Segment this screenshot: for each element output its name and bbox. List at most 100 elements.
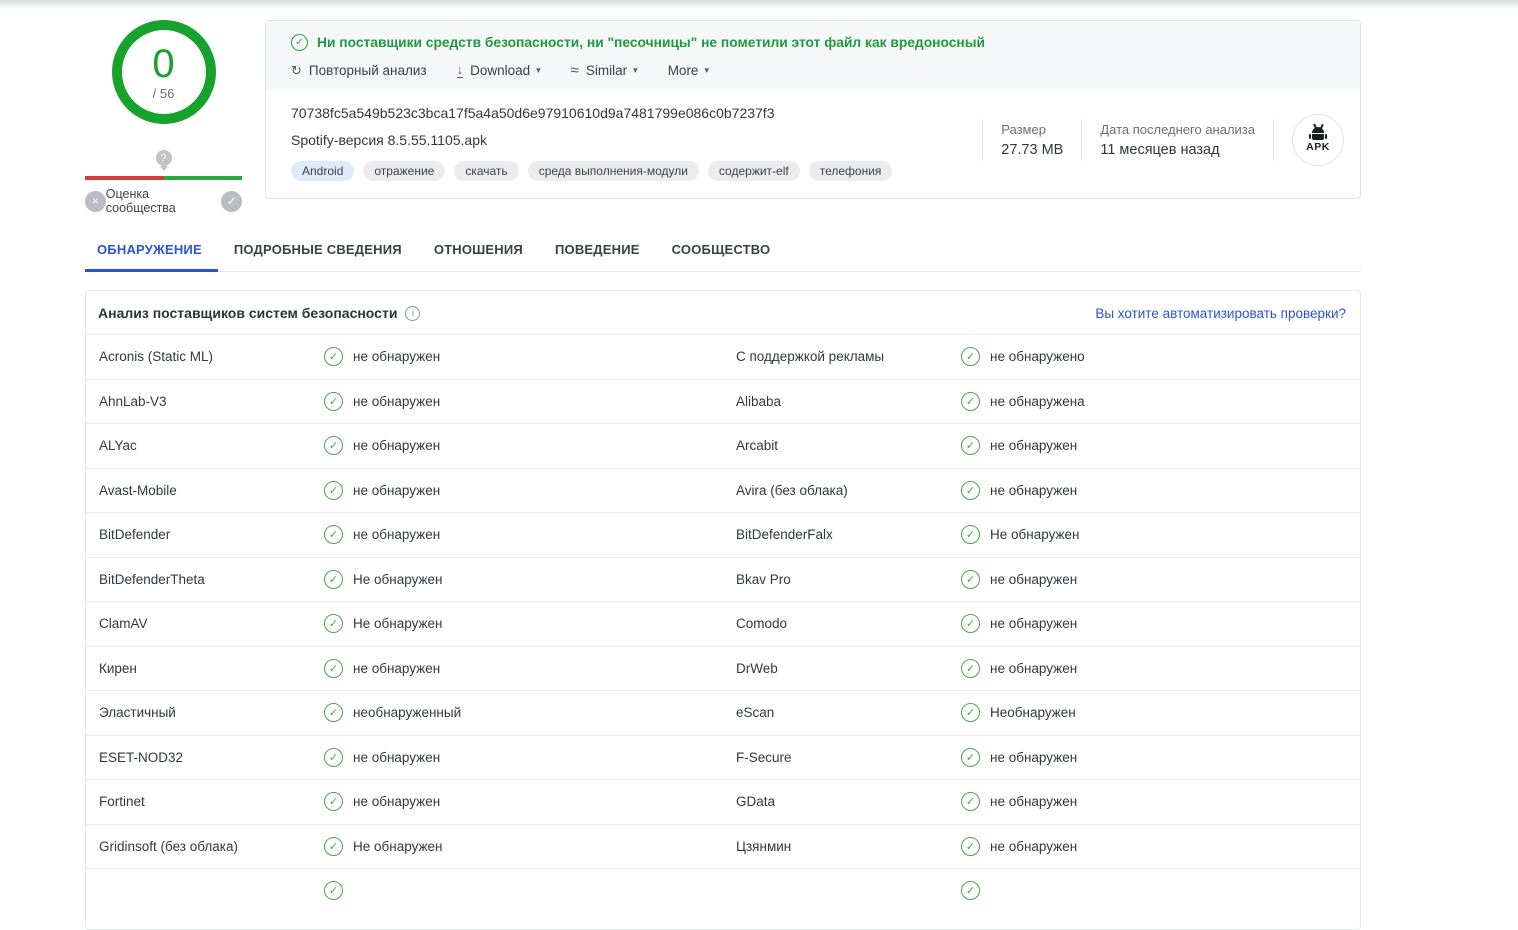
engine-name: Acronis (Static ML): [99, 349, 324, 364]
status-text: не обнаружен: [990, 483, 1077, 498]
status-text: не обнаружен: [353, 349, 440, 364]
divider: [1273, 119, 1274, 161]
engine-name: DrWeb: [736, 661, 961, 676]
tab-details[interactable]: ПОДРОБНЫЕ СВЕДЕНИЯ: [218, 231, 418, 272]
vendor-cell: Gridinsoft (без облака)✓Не обнаружен: [86, 837, 723, 856]
check-icon: ✓: [324, 659, 343, 678]
engine-name: F-Secure: [736, 750, 961, 765]
status-text: Не обнаружен: [353, 572, 442, 587]
engine-status: ✓ Не обнаружен: [324, 837, 442, 856]
engine-name: ClamAV: [99, 616, 324, 631]
community-vote-row: × Оценка сообщества ✓: [85, 187, 242, 215]
status-text: не обнаружен: [990, 572, 1077, 587]
tab-detection[interactable]: ОБНАРУЖЕНИЕ: [85, 231, 218, 272]
table-row: Gridinsoft (без облака)✓Не обнаруженЦзян…: [86, 824, 1360, 869]
check-icon: ✓: [961, 570, 980, 589]
engine-name: Цзянмин: [736, 839, 961, 854]
status-text: Необнаружен: [990, 705, 1076, 720]
engine-status: ✓необнаруженный: [324, 703, 461, 722]
vendor-cell: BitDefenderFalx✓Не обнаружен: [723, 525, 1360, 544]
table-row: ALYac✓не обнаруженArcabit✓не обнаружен: [86, 423, 1360, 468]
status-text: не обнаружен: [353, 438, 440, 453]
tag-generic[interactable]: телефония: [809, 161, 893, 181]
engine-status: ✓не обнаружен: [961, 481, 1077, 500]
tag-generic[interactable]: отражение: [363, 161, 445, 181]
tag-generic[interactable]: среда выполнения-модули: [528, 161, 699, 181]
chevron-down-icon: ▾: [704, 65, 709, 76]
reanalyze-button[interactable]: ↻Повторный анализ: [291, 63, 427, 78]
vendor-cell: Эластичный✓необнаруженный: [86, 703, 723, 722]
info-icon[interactable]: i: [405, 306, 420, 321]
vendors-analysis-card: Анализ поставщиков систем безопасности i…: [85, 290, 1361, 930]
similar-icon: ≈: [571, 63, 579, 78]
tab-relations[interactable]: ОТНОШЕНИЯ: [418, 231, 539, 272]
check-icon: ✓: [324, 792, 343, 811]
status-text: Не обнаружен: [353, 839, 442, 854]
engine-status: ✓ не обнаружен: [324, 792, 440, 811]
vendor-cell: Bkav Pro✓ не обнаружен: [723, 570, 1360, 589]
status-text: не обнаружен: [353, 794, 440, 809]
vendors-title-wrap: Анализ поставщиков систем безопасности i: [98, 305, 420, 321]
vote-malicious-button[interactable]: ×: [85, 191, 106, 212]
engine-status: ✓: [961, 881, 990, 900]
engine-status: ✓Не обнаружен: [324, 570, 442, 589]
download-button[interactable]: ↓Download▾: [457, 63, 541, 78]
table-row: Кирен✓не обнаруженDrWeb✓не обнаружен: [86, 646, 1360, 691]
engine-name: Avira (без облака): [736, 483, 961, 498]
status-text: не обнаружен: [353, 527, 440, 542]
engine-status: ✓: [324, 881, 353, 900]
engine-name: GData: [736, 794, 961, 809]
download-icon: ↓: [457, 63, 464, 78]
community-bar-negative: [85, 176, 164, 180]
detection-score-ring: 0 / 56: [112, 20, 216, 124]
tab-community[interactable]: СООБЩЕСТВО: [656, 231, 787, 272]
status-text: Не обнаружен: [990, 527, 1079, 542]
engine-status: ✓не обнаружено: [961, 347, 1085, 366]
vote-harmless-button[interactable]: ✓: [221, 191, 242, 212]
check-icon: ✓: [324, 837, 343, 856]
check-icon: ✓: [961, 614, 980, 633]
vendor-cell: ✓: [86, 881, 723, 900]
automate-checks-link[interactable]: Вы хотите автоматизировать проверки?: [1095, 306, 1346, 321]
detection-score-total: / 56: [153, 86, 175, 101]
tab-behavior[interactable]: ПОВЕДЕНИЕ: [539, 231, 656, 272]
engine-status: ✓не обнаружен: [324, 481, 440, 500]
vendor-cell: Avast-Mobile✓не обнаружен: [86, 481, 723, 500]
engine-status: ✓не обнаружен: [961, 436, 1077, 455]
tag-android[interactable]: Android: [291, 161, 354, 181]
android-robot-icon: [1310, 127, 1326, 140]
status-text: не обнаружено: [990, 349, 1085, 364]
table-row: Эластичный✓необнаруженный eScan✓ Необнаруж…: [86, 690, 1360, 735]
engine-status: ✓не обнаружен: [324, 347, 440, 366]
check-icon: ✓: [961, 748, 980, 767]
vendor-cell: DrWeb✓не обнаружен: [723, 659, 1360, 678]
check-icon: ✓: [961, 392, 980, 411]
tag-generic[interactable]: содержит-elf: [708, 161, 800, 181]
vendor-cell: BitDefenderTheta✓Не обнаружен: [86, 570, 723, 589]
engine-name: Кирен: [99, 661, 324, 676]
check-icon: ✓: [961, 792, 980, 811]
check-icon: ✓: [961, 703, 980, 722]
similar-button[interactable]: ≈Similar▾: [571, 63, 638, 78]
engine-name: Avast-Mobile: [99, 483, 324, 498]
pin-tip: [160, 166, 168, 171]
check-icon: ✓: [324, 525, 343, 544]
file-header-card: ✓ Ни поставщики средств безопасности, ни…: [265, 20, 1361, 199]
engine-name: BitDefenderTheta: [99, 572, 324, 587]
status-text: не обнаружен: [990, 438, 1077, 453]
divider: [982, 119, 983, 161]
table-row: BitDefender✓не обнаруженBitDefenderFalx✓…: [86, 512, 1360, 557]
engine-name: eScan: [736, 705, 961, 720]
engine-name: ESET-NOD32: [99, 750, 324, 765]
reanalyze-button-label: Повторный анализ: [309, 63, 427, 78]
engine-status: ✓Не обнаружен: [961, 525, 1079, 544]
tag-generic[interactable]: скачать: [454, 161, 518, 181]
tabs: ОБНАРУЖЕНИЕПОДРОБНЫЕ СВЕДЕНИЯОТНОШЕНИЯПО…: [85, 231, 1361, 272]
table-row: ESET-NOD32✓не обнаруженF-Secure✓не обнар…: [86, 735, 1360, 780]
apk-file-type-badge: APK: [1292, 114, 1344, 166]
engine-name: Bkav Pro: [736, 572, 961, 587]
table-row: ✓✓: [86, 868, 1360, 913]
vendor-cell: С поддержкой рекламы✓не обнаружено: [723, 347, 1360, 366]
engine-name: Alibaba: [736, 394, 961, 409]
more-button[interactable]: More▾: [668, 63, 709, 78]
